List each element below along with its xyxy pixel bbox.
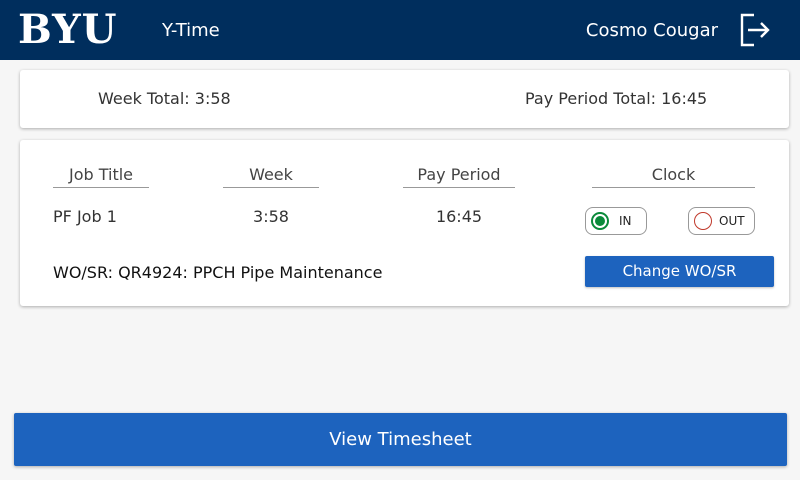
wo-sr-text: WO/SR: QR4924: PPCH Pipe Maintenance: [53, 263, 383, 282]
week-total: Week Total: 3:58: [98, 89, 231, 108]
clock-in-label: IN: [619, 214, 632, 228]
radio-unselected-icon: [694, 212, 712, 230]
job-card: Job Title Week Pay Period Clock PF Job 1…: [20, 140, 789, 306]
pay-period-total: Pay Period Total: 16:45: [525, 89, 708, 108]
clock-in-button[interactable]: IN: [585, 207, 647, 235]
job-pay-period-hours: 16:45: [435, 207, 483, 226]
totals-card: Week Total: 3:58 Pay Period Total: 16:45: [20, 70, 789, 128]
radio-selected-icon: [591, 212, 609, 230]
column-header-week: Week: [223, 165, 319, 188]
user-name: Cosmo Cougar: [585, 20, 718, 41]
app-header: BYU Y-Time Cosmo Cougar: [0, 0, 800, 60]
app-title: Y-Time: [162, 20, 220, 41]
job-title: PF Job 1: [53, 207, 117, 226]
column-header-clock: Clock: [592, 165, 755, 188]
job-week-hours: 3:58: [253, 207, 289, 226]
clock-out-button[interactable]: OUT: [688, 207, 755, 235]
clock-out-label: OUT: [719, 214, 745, 228]
logout-icon[interactable]: [738, 12, 772, 48]
change-wo-sr-button[interactable]: Change WO/SR: [585, 256, 774, 287]
byu-logo: BYU: [18, 6, 118, 53]
view-timesheet-button[interactable]: View Timesheet: [14, 413, 787, 466]
column-header-job-title: Job Title: [53, 165, 149, 188]
column-header-pay-period: Pay Period: [403, 165, 515, 188]
